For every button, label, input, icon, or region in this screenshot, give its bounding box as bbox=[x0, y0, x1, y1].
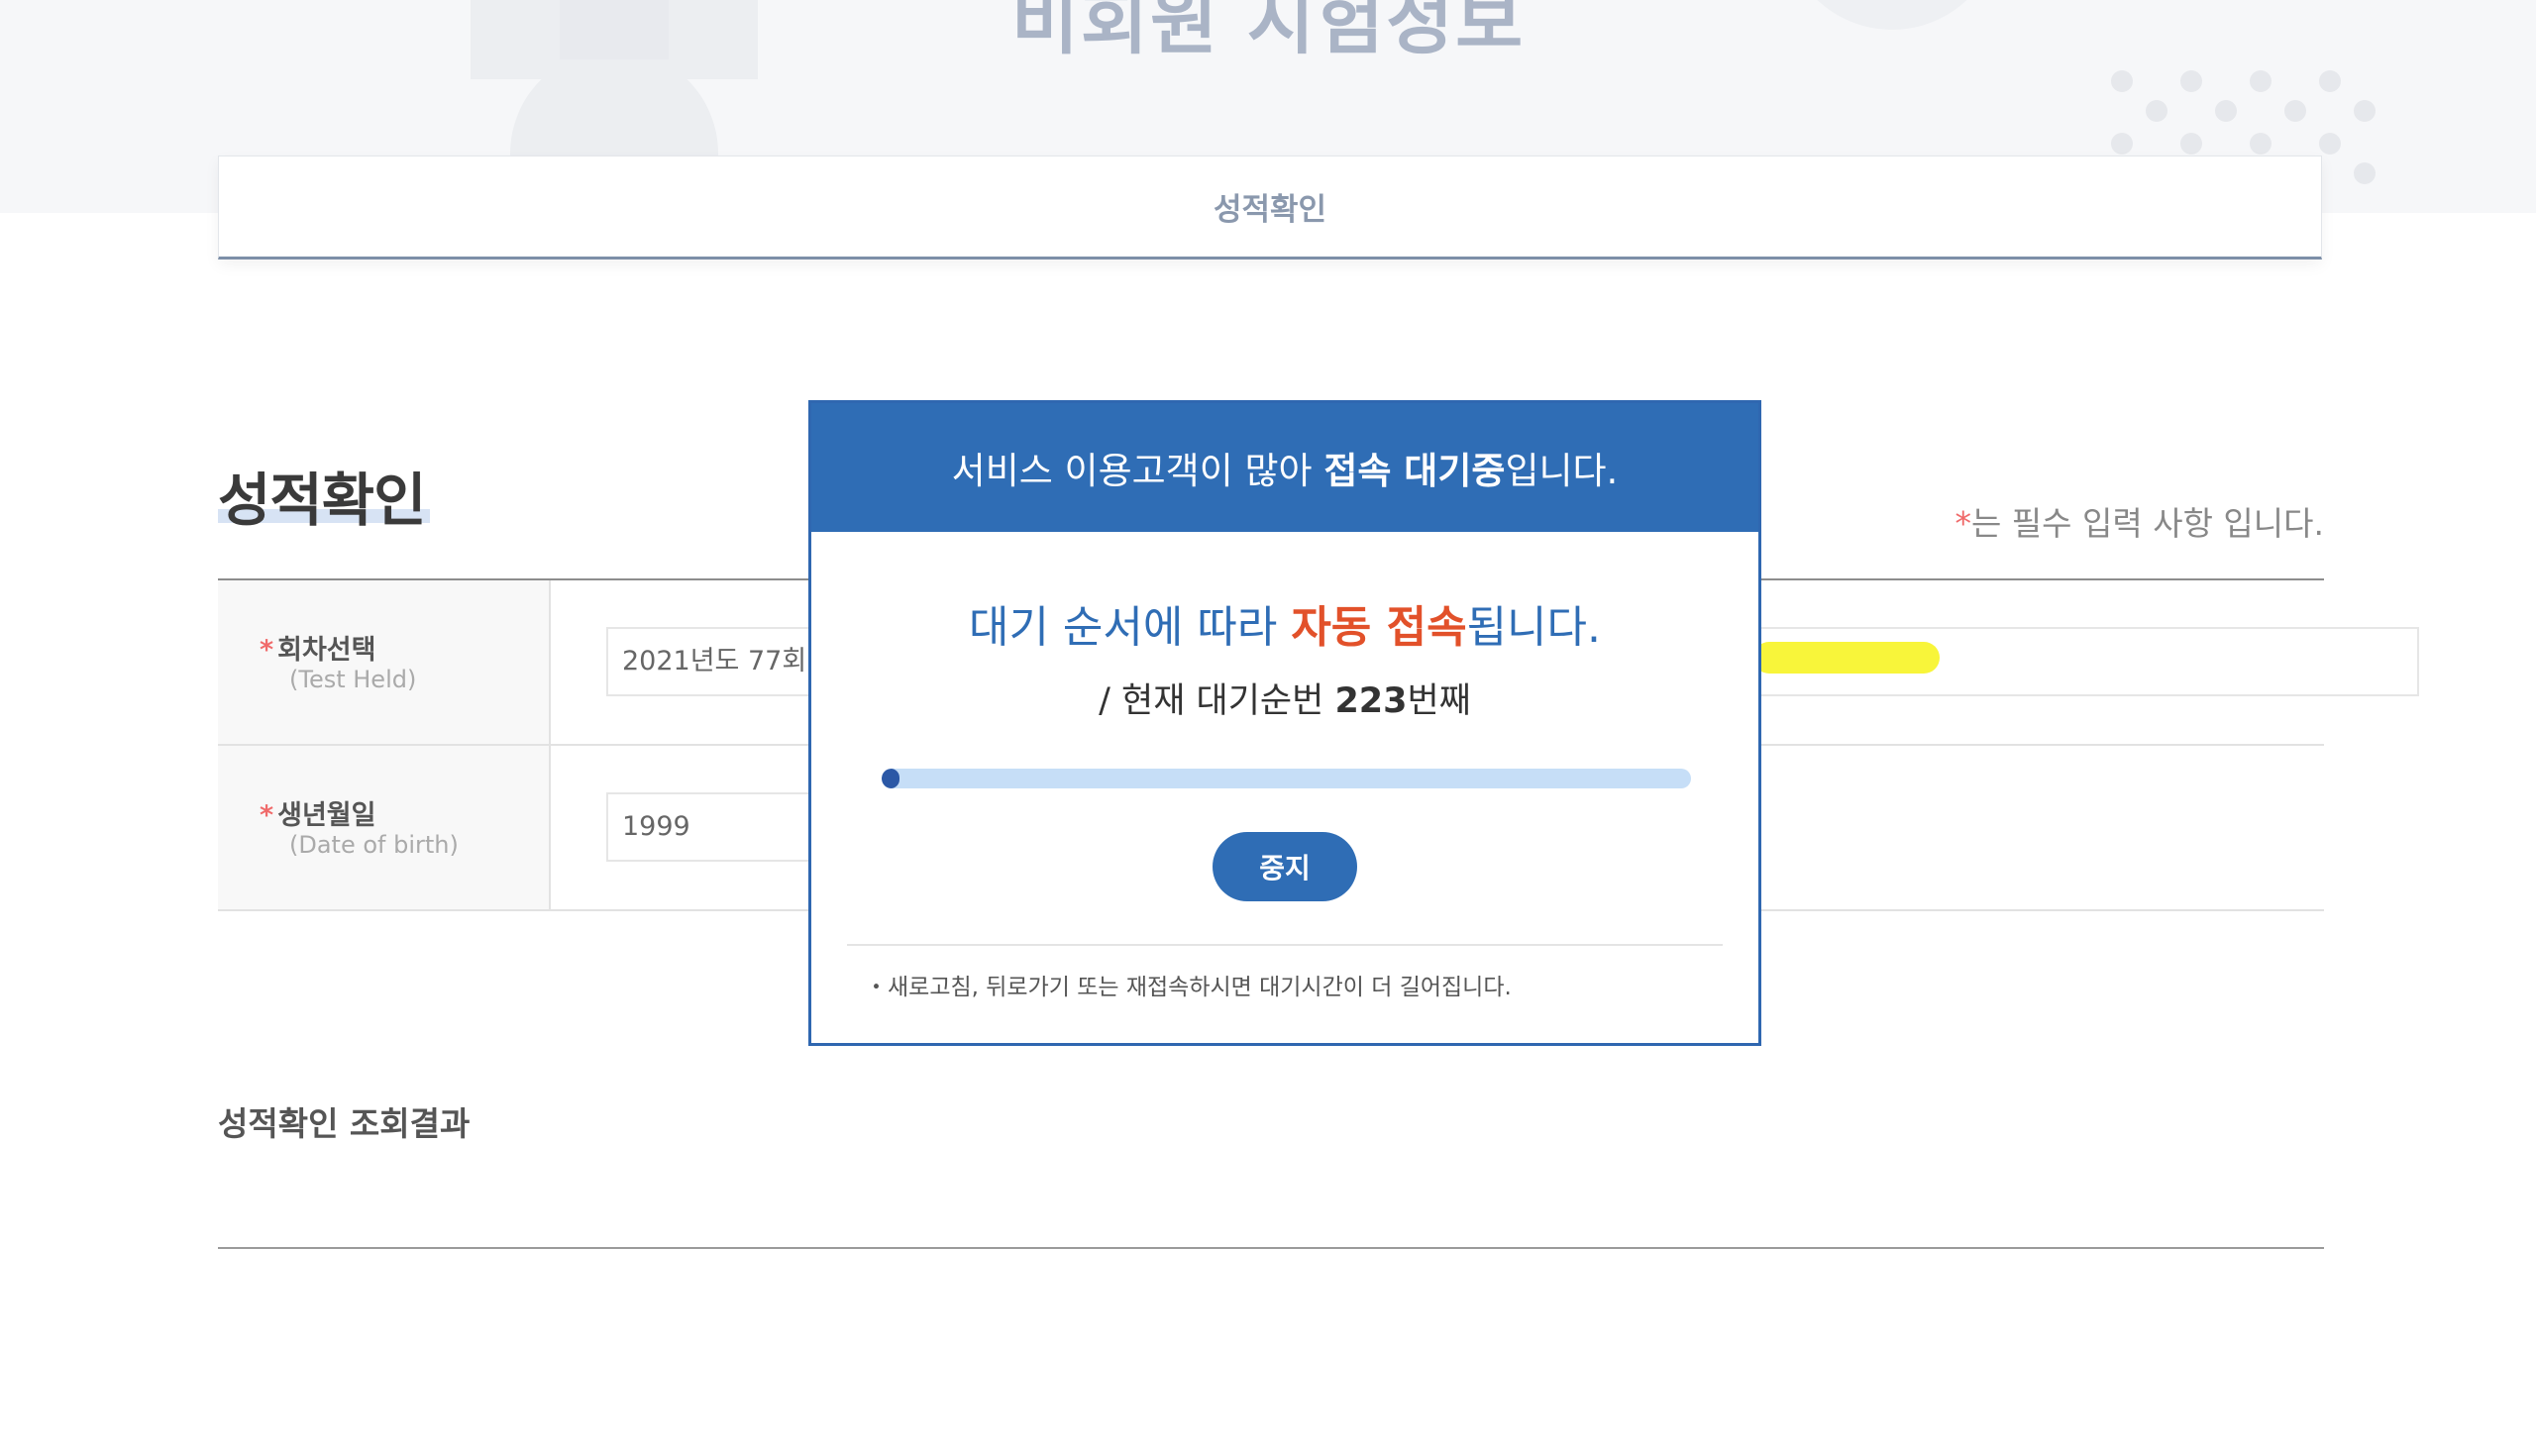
modal-header-text: 서비스 이용고객이 많아 bbox=[951, 450, 1324, 492]
field-label-test-held: * 회차선택 bbox=[260, 628, 376, 667]
hero-title: 비회원 시험정보 bbox=[1010, 0, 1526, 64]
highlight-mark bbox=[1753, 642, 1940, 674]
modal-divider bbox=[847, 944, 1723, 946]
row-header: * 생년월일 (Date of birth) bbox=[218, 746, 551, 909]
auto-connect-message: 대기 순서에 따라 자동 접속됩니다. bbox=[811, 591, 1758, 655]
modal-warning-note: ・새로고침, 뒤로가기 또는 재접속하시면 대기시간이 더 길어집니다. bbox=[865, 975, 1512, 1000]
modal-header-bold: 접속 대기중 bbox=[1323, 450, 1506, 492]
tab-score-check[interactable]: 성적확인 bbox=[218, 156, 2322, 260]
field-sublabel: (Date of birth) bbox=[289, 831, 459, 859]
queue-suffix: 번째 bbox=[1407, 681, 1471, 721]
required-star: * bbox=[260, 635, 274, 666]
result-title: 성적확인 조회결과 bbox=[218, 1104, 471, 1143]
message-accent: 자동 접속 bbox=[1291, 602, 1467, 653]
message-suffix: 됩니다. bbox=[1466, 602, 1601, 653]
required-note-text: 는 필수 입력 사항 입니다. bbox=[1970, 504, 2324, 543]
queue-progress-bar bbox=[882, 769, 1691, 788]
stop-button[interactable]: 중지 bbox=[1213, 832, 1357, 901]
field-label-text: 회차선택 bbox=[277, 635, 376, 666]
field-sublabel: (Test Held) bbox=[289, 666, 417, 693]
waiting-queue-modal: 서비스 이용고객이 많아 접속 대기중 입니다. 대기 순서에 따라 자동 접속됩… bbox=[808, 400, 1761, 1046]
required-star: * bbox=[260, 800, 274, 831]
birth-year-input[interactable]: 1999 bbox=[606, 792, 824, 862]
field-label-text: 생년월일 bbox=[277, 800, 376, 831]
required-note: *는 필수 입력 사항 입니다. bbox=[1955, 497, 2324, 545]
queue-position: / 현재 대기순번 223번째 bbox=[811, 673, 1758, 723]
field-label-birth: * 생년월일 bbox=[260, 793, 376, 832]
modal-header-suffix: 입니다. bbox=[1505, 450, 1619, 492]
row-header: * 회차선택 (Test Held) bbox=[218, 580, 551, 744]
progress-fill bbox=[882, 769, 899, 788]
result-divider bbox=[218, 1247, 2324, 1249]
modal-header: 서비스 이용고객이 많아 접속 대기중 입니다. bbox=[811, 403, 1758, 532]
required-star: * bbox=[1955, 504, 1971, 543]
page-title: 성적확인 bbox=[218, 467, 426, 534]
message-text: 대기 순서에 따라 bbox=[968, 602, 1292, 653]
tab-label: 성적확인 bbox=[1213, 192, 1327, 228]
queue-label: / 현재 대기순번 bbox=[1099, 681, 1335, 721]
queue-number: 223 bbox=[1334, 681, 1408, 721]
